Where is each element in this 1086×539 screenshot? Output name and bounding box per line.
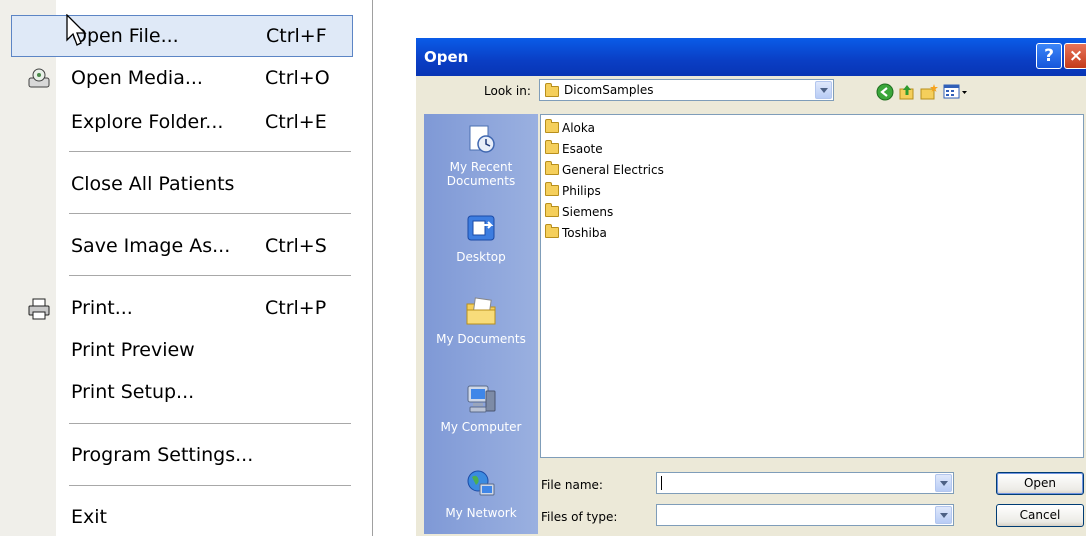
- file-name-label: File name:: [541, 478, 603, 492]
- folder-icon: [545, 182, 559, 196]
- menu-item-label: Save Image As...: [71, 235, 231, 257]
- list-item[interactable]: Aloka: [545, 119, 595, 139]
- file-list[interactable]: Aloka Esaote General Electrics Philips S…: [540, 114, 1084, 458]
- place-label: My Documents: [436, 332, 526, 346]
- list-item[interactable]: Esaote: [545, 140, 603, 160]
- menu-item-label: Open Media...: [71, 67, 203, 89]
- menu-item-shortcut: Ctrl+P: [265, 297, 327, 319]
- folder-icon: [545, 83, 559, 97]
- folder-icon: [545, 161, 559, 175]
- my-network-icon: [467, 470, 495, 496]
- dialog-title: Open: [424, 48, 469, 66]
- menu-item-shortcut: Ctrl+F: [266, 25, 327, 47]
- open-dialog: Open ? × Look in: DicomSamples My Recent…: [416, 38, 1086, 536]
- new-folder-icon[interactable]: [920, 83, 938, 101]
- menu-item-label: Close All Patients: [71, 173, 235, 195]
- help-button[interactable]: ?: [1036, 43, 1062, 69]
- place-label: Desktop: [456, 250, 506, 264]
- menu-item-print[interactable]: Print... Ctrl+P: [11, 288, 353, 330]
- places-bar: My Recent Documents Desktop My Documents: [424, 114, 538, 534]
- menu-item-open-media[interactable]: Open Media... Ctrl+O: [11, 58, 353, 100]
- chevron-down-icon[interactable]: [935, 506, 952, 524]
- folder-name: Siemens: [562, 205, 614, 219]
- desktop-icon: [467, 215, 495, 241]
- list-item[interactable]: Siemens: [545, 203, 614, 223]
- chevron-down-icon[interactable]: [935, 474, 952, 492]
- menu-item-shortcut: Ctrl+E: [265, 111, 327, 133]
- back-icon[interactable]: [876, 83, 894, 101]
- menu-item-exit[interactable]: Exit: [11, 497, 353, 539]
- menu-item-label: Explore Folder...: [71, 111, 224, 133]
- mouse-cursor-icon: [66, 14, 87, 46]
- menu-item-label: Exit: [71, 506, 107, 528]
- cancel-button[interactable]: Cancel: [996, 504, 1084, 527]
- file-name-field[interactable]: [656, 472, 954, 494]
- menu-item-save-image-as[interactable]: Save Image As... Ctrl+S: [11, 226, 353, 268]
- folder-icon: [545, 140, 559, 154]
- up-folder-icon[interactable]: [898, 83, 916, 101]
- menu-item-open-file[interactable]: Open File... Ctrl+F: [11, 15, 353, 57]
- files-of-type-label: Files of type:: [541, 510, 618, 524]
- place-label: My Computer: [440, 420, 522, 434]
- media-icon: [28, 68, 50, 88]
- menu-item-print-setup[interactable]: Print Setup...: [11, 372, 353, 414]
- menu-item-label: Print Setup...: [71, 381, 195, 403]
- place-label: Documents: [446, 174, 516, 188]
- menu-item-explore-folder[interactable]: Explore Folder... Ctrl+E: [11, 102, 353, 144]
- file-menu: Open File... Ctrl+F Open Media... Ctrl+O…: [0, 0, 373, 536]
- title-bar[interactable]: Open ? ×: [416, 38, 1086, 76]
- printer-icon: [28, 298, 50, 320]
- menu-item-print-preview[interactable]: Print Preview: [11, 330, 353, 372]
- menu-item-shortcut: Ctrl+O: [265, 67, 330, 89]
- menu-item-label: Program Settings...: [71, 444, 254, 466]
- my-computer-icon: [467, 385, 496, 413]
- folder-name: General Electrics: [562, 163, 664, 177]
- close-button[interactable]: ×: [1064, 43, 1086, 69]
- chevron-down-icon[interactable]: [815, 81, 832, 99]
- menu-item-label: Print...: [71, 297, 133, 319]
- folder-name: Philips: [562, 184, 601, 198]
- list-item[interactable]: General Electrics: [545, 161, 664, 181]
- look-in-label: Look in:: [484, 84, 531, 98]
- menu-item-shortcut: Ctrl+S: [265, 235, 327, 257]
- place-my-recent-documents[interactable]: My Recent Documents: [424, 122, 538, 188]
- recent-documents-icon: [469, 125, 495, 153]
- place-my-network[interactable]: My Network: [424, 468, 538, 520]
- folder-icon: [545, 203, 559, 217]
- place-my-computer[interactable]: My Computer: [424, 382, 538, 434]
- look-in-dropdown[interactable]: DicomSamples: [539, 79, 834, 101]
- menu-separator: [69, 485, 351, 487]
- list-item[interactable]: Toshiba: [545, 224, 607, 244]
- folder-icon: [545, 119, 559, 133]
- folder-name: Esaote: [562, 142, 603, 156]
- menu-separator: [69, 151, 351, 153]
- menu-item-label: Open File...: [72, 25, 179, 47]
- menu-item-program-settings[interactable]: Program Settings...: [11, 435, 353, 477]
- folder-icon: [545, 224, 559, 238]
- menu-item-close-all-patients[interactable]: Close All Patients: [11, 164, 353, 206]
- place-label: My Network: [445, 506, 517, 520]
- menu-separator: [69, 213, 351, 215]
- place-label: My Recent: [449, 160, 513, 174]
- menu-separator: [69, 275, 351, 277]
- my-documents-icon: [466, 297, 496, 325]
- menu-separator: [69, 423, 351, 425]
- menu-item-label: Print Preview: [71, 339, 195, 361]
- text-caret: [661, 476, 662, 490]
- files-of-type-dropdown[interactable]: [656, 504, 954, 526]
- list-item[interactable]: Philips: [545, 182, 601, 202]
- open-button[interactable]: Open: [996, 472, 1084, 495]
- place-my-documents[interactable]: My Documents: [424, 294, 538, 346]
- look-in-value: DicomSamples: [564, 83, 654, 97]
- place-desktop[interactable]: Desktop: [424, 212, 538, 264]
- folder-name: Toshiba: [562, 226, 607, 240]
- views-menu-icon[interactable]: [943, 83, 969, 101]
- folder-name: Aloka: [562, 121, 595, 135]
